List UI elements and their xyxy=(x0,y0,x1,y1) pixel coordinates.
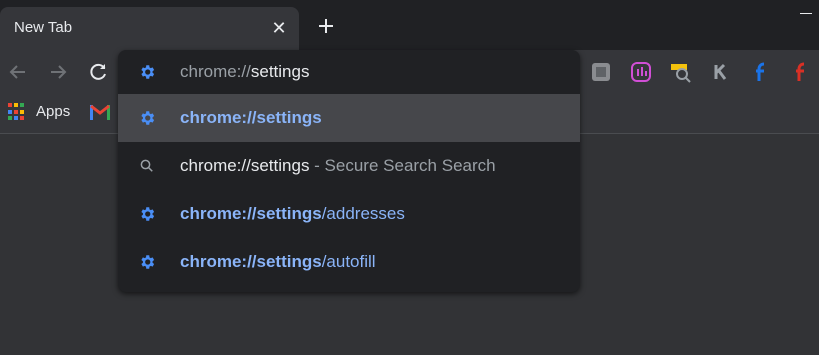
suggestion-row[interactable]: chrome://settings xyxy=(118,94,580,142)
apps-bookmark-label[interactable]: Apps xyxy=(36,103,70,120)
tab-new-tab[interactable]: New Tab ✕ xyxy=(0,7,299,50)
gmail-icon[interactable] xyxy=(90,104,110,120)
suggestion-bold: chrome://settings xyxy=(180,252,322,271)
suggestion-text: chrome://settings/autofill xyxy=(180,252,376,272)
plus-icon[interactable] xyxy=(314,14,338,38)
extension-f-red-icon[interactable] xyxy=(790,61,812,83)
apps-grid-icon[interactable] xyxy=(8,103,26,121)
back-arrow-icon[interactable] xyxy=(6,60,30,84)
forward-arrow-icon[interactable] xyxy=(46,60,70,84)
close-icon[interactable]: ✕ xyxy=(268,17,290,39)
suggestion-bold: chrome://settings xyxy=(180,204,322,223)
suggestion-text: chrome://settings xyxy=(180,108,322,128)
suggestion-text: chrome://settings/addresses xyxy=(180,204,405,224)
search-icon xyxy=(140,159,153,172)
gear-icon xyxy=(141,65,155,79)
omnibox-text[interactable]: chrome://settings xyxy=(180,62,309,82)
suggestion-bold: chrome://settings xyxy=(180,108,322,127)
extension-k-icon[interactable] xyxy=(710,61,732,83)
omnibox-input[interactable]: chrome://settings xyxy=(118,50,580,94)
extension-box-icon[interactable] xyxy=(590,61,612,83)
reload-icon[interactable] xyxy=(86,60,110,84)
extension-f-blue-icon[interactable] xyxy=(750,61,772,83)
gear-icon xyxy=(141,111,155,125)
minimize-icon[interactable] xyxy=(800,13,812,14)
suggestion-bold: chrome://settings xyxy=(180,156,310,175)
browser-window: New Tab ✕ Apps chrome://settings chrome:… xyxy=(0,0,819,355)
suggestion-row[interactable]: chrome://settings/autofill xyxy=(118,238,580,286)
suggestion-row[interactable]: chrome://settings - Secure Search Search xyxy=(118,142,580,190)
omnibox-typed: settings xyxy=(250,62,310,81)
gear-icon xyxy=(141,255,155,269)
omnibox-prefix: chrome:// xyxy=(180,62,251,81)
gear-icon xyxy=(141,207,155,221)
omnibox-dropdown: chrome://settings chrome://settings chro… xyxy=(118,50,580,292)
suggestion-row[interactable]: chrome://settings/addresses xyxy=(118,190,580,238)
suggestion-rest: /autofill xyxy=(321,252,376,271)
extension-chart-icon[interactable] xyxy=(630,61,652,83)
suggestion-rest: /addresses xyxy=(321,204,405,223)
extension-whatfont-icon[interactable] xyxy=(670,61,692,83)
suggestion-rest: - Secure Search Search xyxy=(309,156,496,175)
suggestion-text: chrome://settings - Secure Search Search xyxy=(180,156,496,176)
tab-title: New Tab xyxy=(14,19,73,36)
